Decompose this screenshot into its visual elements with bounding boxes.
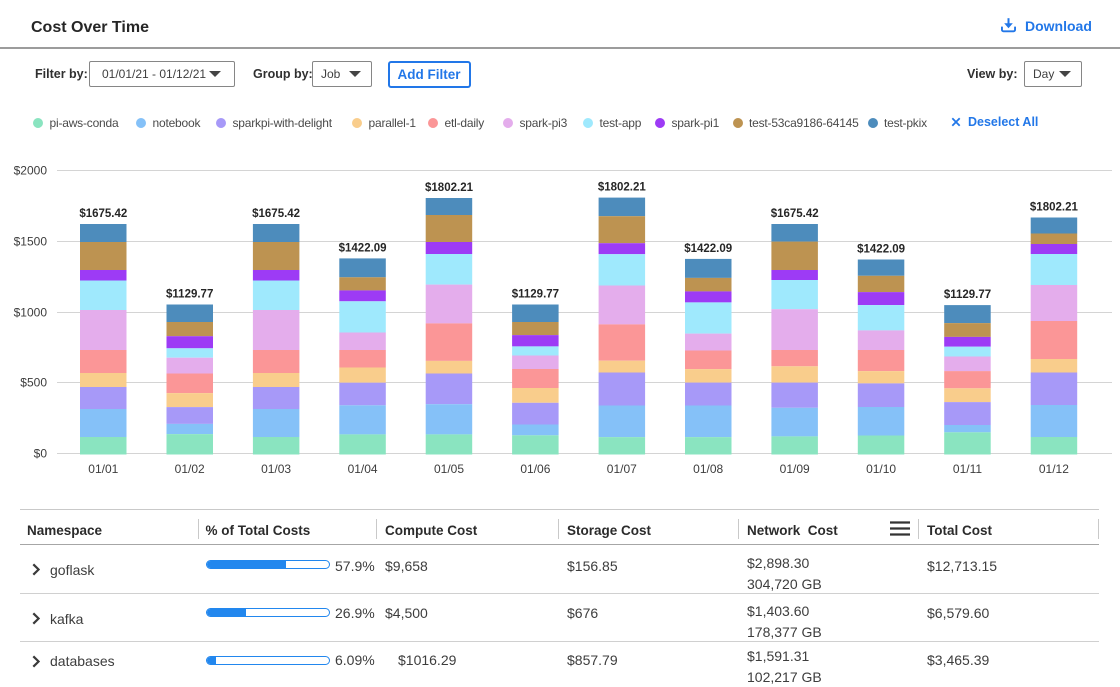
svg-text:01/12: 01/12 xyxy=(1039,462,1069,476)
svg-text:$1129.77: $1129.77 xyxy=(944,289,991,301)
svg-text:01/11: 01/11 xyxy=(953,462,982,476)
svg-text:$1802.21: $1802.21 xyxy=(1030,202,1079,214)
svg-text:01/04: 01/04 xyxy=(348,462,378,476)
svg-text:01/02: 01/02 xyxy=(175,462,205,476)
svg-text:$1802.21: $1802.21 xyxy=(425,182,474,194)
svg-text:$1675.42: $1675.42 xyxy=(79,208,127,220)
svg-text:01/09: 01/09 xyxy=(780,462,810,476)
svg-text:$1000: $1000 xyxy=(14,306,48,320)
svg-text:01/01: 01/01 xyxy=(88,462,118,476)
svg-text:01/06: 01/06 xyxy=(520,462,550,476)
svg-text:$2000: $2000 xyxy=(14,164,48,178)
svg-text:$1422.09: $1422.09 xyxy=(684,243,732,255)
svg-text:01/05: 01/05 xyxy=(434,462,464,476)
svg-text:$1129.77: $1129.77 xyxy=(512,289,559,301)
svg-text:$1675.42: $1675.42 xyxy=(252,208,300,220)
svg-text:01/08: 01/08 xyxy=(693,462,723,476)
svg-text:$1422.09: $1422.09 xyxy=(339,242,387,254)
svg-text:01/03: 01/03 xyxy=(261,462,291,476)
svg-text:$1802.21: $1802.21 xyxy=(598,182,647,194)
svg-text:$0: $0 xyxy=(34,447,48,461)
svg-text:$500: $500 xyxy=(20,376,47,390)
svg-text:$1500: $1500 xyxy=(14,235,48,249)
svg-text:$1675.42: $1675.42 xyxy=(771,208,819,220)
svg-text:$1129.77: $1129.77 xyxy=(166,289,213,301)
svg-text:01/07: 01/07 xyxy=(607,462,637,476)
svg-text:$1422.09: $1422.09 xyxy=(857,244,905,256)
svg-text:01/10: 01/10 xyxy=(866,462,896,476)
